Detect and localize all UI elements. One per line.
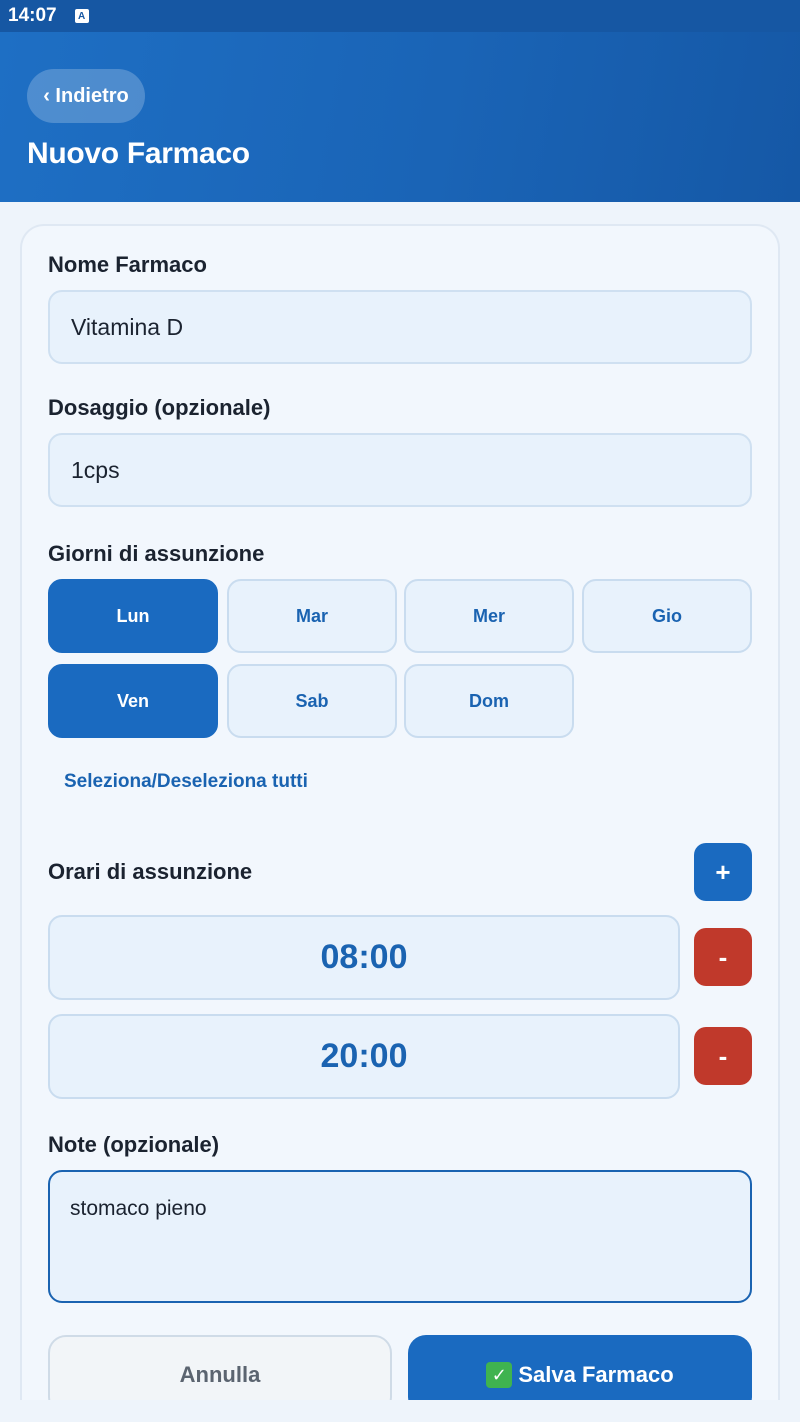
notes-textarea[interactable]: stomaco pieno bbox=[48, 1170, 752, 1303]
time-slot-1[interactable]: 08:00 bbox=[48, 915, 680, 1000]
day-button-mer[interactable]: Mer bbox=[404, 579, 574, 653]
name-label: Nome Farmaco bbox=[48, 252, 207, 277]
day-button-lun[interactable]: Lun bbox=[48, 579, 218, 653]
add-time-button[interactable]: + bbox=[694, 843, 752, 901]
notification-a-icon: A bbox=[74, 9, 89, 23]
dosage-input[interactable]: 1cps bbox=[48, 433, 752, 507]
day-button-gio[interactable]: Gio bbox=[582, 579, 752, 653]
toggle-all-days-link[interactable]: Seleziona/Deseleziona tutti bbox=[64, 771, 308, 793]
day-button-dom[interactable]: Dom bbox=[404, 664, 574, 738]
bottom-edge bbox=[0, 1400, 800, 1422]
remove-time-button-2[interactable]: - bbox=[694, 1027, 752, 1085]
dosage-label: Dosaggio (opzionale) bbox=[48, 395, 271, 420]
time-slot-2[interactable]: 20:00 bbox=[48, 1014, 680, 1099]
day-button-mar[interactable]: Mar bbox=[227, 579, 397, 653]
app-header: ‹ Indietro Nuovo Farmaco bbox=[0, 32, 800, 202]
remove-time-button-1[interactable]: - bbox=[694, 928, 752, 986]
name-input[interactable]: Vitamina D bbox=[48, 290, 752, 364]
cancel-button-label: Annulla bbox=[179, 1362, 261, 1387]
status-time: 14:07 bbox=[8, 5, 57, 26]
day-button-ven[interactable]: Ven bbox=[48, 664, 218, 738]
save-button-label: Salva Farmaco bbox=[518, 1362, 674, 1387]
page-title: Nuovo Farmaco bbox=[27, 137, 250, 170]
notes-label: Note (opzionale) bbox=[48, 1132, 220, 1157]
check-mark-icon: ✓ bbox=[486, 1362, 513, 1388]
day-button-sab[interactable]: Sab bbox=[227, 664, 397, 738]
days-label: Giorni di assunzione bbox=[48, 541, 265, 566]
back-button[interactable]: ‹ Indietro bbox=[27, 69, 145, 123]
times-label: Orari di assunzione bbox=[48, 859, 253, 884]
status-bar: 14:07 A bbox=[0, 0, 800, 32]
